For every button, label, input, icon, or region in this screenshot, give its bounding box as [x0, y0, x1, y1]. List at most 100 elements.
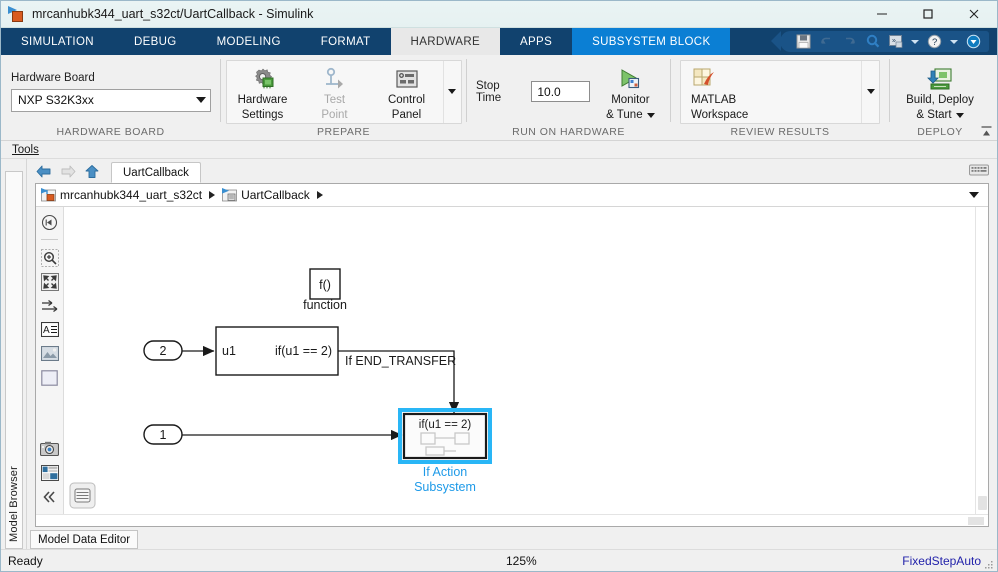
resize-grip-icon[interactable] — [984, 559, 994, 569]
maximize-button[interactable] — [905, 1, 951, 28]
layout-panels-icon[interactable] — [40, 463, 60, 482]
control-panel-label-2: Panel — [391, 108, 422, 121]
chevron-down-icon[interactable] — [955, 113, 964, 118]
toolstrip-options-icon[interactable] — [964, 33, 983, 50]
svg-text:»: » — [892, 38, 896, 45]
breadcrumb-item-subsystem[interactable]: UartCallback — [222, 188, 310, 202]
svg-text:?: ? — [932, 37, 937, 48]
search-icon[interactable] — [863, 33, 882, 50]
ribbon-group-title-hardware-board: HARDWARE BOARD — [56, 126, 165, 138]
model-browser-tab[interactable]: Model Browser — [4, 171, 23, 549]
status-solver-link[interactable]: FixedStepAuto — [902, 554, 981, 568]
camera-snapshot-icon[interactable] — [40, 439, 60, 458]
hardware-board-value: NXP S32K3xx — [18, 93, 94, 107]
hardware-settings-button[interactable]: Hardware Settings — [227, 61, 299, 123]
navigate-back-icon[interactable] — [40, 213, 60, 232]
matlab-workspace-icon — [691, 66, 719, 92]
svg-text:f(): f() — [319, 278, 331, 292]
title-bar: mrcanhubk344_uart_s32ct/UartCallback - S… — [1, 1, 997, 28]
fit-to-view-icon[interactable] — [40, 272, 60, 291]
undo-icon[interactable] — [817, 33, 836, 50]
hardware-settings-label-1: Hardware — [237, 93, 288, 106]
help-icon[interactable]: ? — [925, 33, 944, 50]
svg-text:A: A — [43, 325, 50, 336]
breadcrumb-separator-icon — [209, 191, 216, 199]
zoom-in-icon[interactable] — [40, 248, 60, 267]
forward-arrow-icon[interactable] — [57, 161, 79, 181]
monitor-tune-label-1: Monitor — [611, 94, 650, 106]
status-zoom-level[interactable]: 125% — [506, 554, 537, 568]
ribbon-tab-bar: SIMULATION DEBUG MODELING FORMAT HARDWAR… — [1, 28, 997, 55]
help-caret-icon[interactable] — [950, 39, 958, 44]
hardware-board-label: Hardware Board — [11, 71, 95, 84]
test-point-button[interactable]: Test Point — [299, 61, 371, 123]
svg-text:2: 2 — [160, 344, 167, 358]
chevron-down-icon[interactable] — [646, 113, 655, 118]
tab-subsystem-block[interactable]: SUBSYSTEM BLOCK — [572, 28, 731, 55]
tab-apps[interactable]: APPS — [500, 28, 572, 55]
hardware-board-select[interactable]: NXP S32K3xx — [11, 88, 211, 112]
ribbon-group-title-review-results: REVIEW RESULTS — [730, 126, 830, 138]
editor-pane: UartCallback mrcanhubk344_uart_s32ct Uar… — [27, 159, 997, 549]
keyboard-shortcut-icon[interactable] — [969, 164, 989, 178]
tab-hardware[interactable]: HARDWARE — [390, 28, 501, 55]
chevron-down-icon — [196, 97, 206, 103]
annotation-text-icon[interactable]: A — [40, 320, 60, 339]
matlab-workspace-label-1: MATLAB — [691, 93, 737, 106]
tab-simulation[interactable]: SIMULATION — [1, 28, 114, 55]
tab-modeling[interactable]: MODELING — [197, 28, 301, 55]
model-diagram[interactable]: f() function u1 if(u1 == 2) If END_TRANS… — [64, 207, 975, 514]
monitor-tune-button[interactable]: Monitor & Tune — [597, 61, 664, 122]
canvas-horizontal-scrollbar[interactable] — [36, 514, 988, 526]
prepare-more-button[interactable] — [442, 60, 461, 123]
svg-text:If Action: If Action — [423, 465, 468, 479]
bottom-dock-bar: Model Data Editor — [27, 527, 997, 549]
save-icon[interactable] — [794, 33, 813, 50]
breadcrumb-item-model[interactable]: mrcanhubk344_uart_s32ct — [41, 188, 202, 202]
canvas-toolbar: A — [36, 207, 64, 514]
model-data-editor-tab[interactable]: Model Data Editor — [30, 530, 139, 549]
review-results-more-button[interactable] — [861, 60, 879, 123]
window-title: mrcanhubk344_uart_s32ct/UartCallback - S… — [32, 7, 314, 21]
svg-text:function: function — [303, 298, 347, 312]
redo-icon[interactable] — [840, 33, 859, 50]
menu-tools-label: Tools — [12, 143, 39, 156]
horizontal-scroll-thumb[interactable] — [968, 517, 984, 525]
minimize-button[interactable] — [859, 1, 905, 28]
more-tools-caret-icon[interactable] — [911, 39, 919, 44]
up-arrow-icon[interactable] — [81, 161, 103, 181]
stop-time-input[interactable]: 10.0 — [531, 81, 590, 102]
collapse-toolbar-icon[interactable] — [40, 487, 60, 506]
main-body: Model Browser UartCallback mrcanhubk344_… — [1, 159, 997, 549]
menu-tools[interactable]: Tools — [8, 144, 43, 156]
tab-format[interactable]: FORMAT — [301, 28, 391, 55]
collapse-ribbon-icon[interactable] — [979, 124, 993, 138]
tab-debug[interactable]: DEBUG — [114, 28, 197, 55]
subsystem-icon — [222, 188, 237, 202]
ribbon-group-prepare: Hardware Settings Test Point Control Pan… — [221, 55, 466, 141]
build-deploy-start-button[interactable]: Build, Deploy & Start — [896, 61, 984, 122]
more-tools-icon[interactable]: » — [886, 33, 905, 50]
area-box-icon[interactable] — [40, 368, 60, 387]
ribbon-group-title-run-on-hardware: RUN ON HARDWARE — [512, 126, 625, 138]
vertical-scroll-thumb[interactable] — [978, 496, 987, 510]
ribbon-group-title-deploy: DEPLOY — [917, 126, 963, 138]
control-panel-button[interactable]: Control Panel — [371, 61, 443, 123]
matlab-workspace-label-2: Workspace — [691, 108, 749, 121]
svg-text:if(u1 == 2): if(u1 == 2) — [419, 419, 472, 431]
build-deploy-start-icon — [926, 66, 954, 92]
status-bar: Ready 125% FixedStepAuto — [1, 549, 997, 571]
breadcrumb-dropdown-icon[interactable] — [969, 192, 979, 198]
model-icon — [41, 188, 56, 202]
image-annotation-icon[interactable] — [40, 344, 60, 363]
diagram-svg: f() function u1 if(u1 == 2) If END_TRANS… — [69, 268, 492, 509]
ribbon: Hardware Board NXP S32K3xx HARDWARE BOAR… — [1, 55, 997, 141]
ribbon-group-review-results: MATLAB Workspace REVIEW RESULTS — [671, 55, 889, 141]
close-button[interactable] — [951, 1, 997, 28]
back-arrow-icon[interactable] — [33, 161, 55, 181]
file-tab-uartcallback[interactable]: UartCallback — [111, 162, 201, 183]
svg-text:1: 1 — [160, 428, 167, 442]
chevron-down-icon — [448, 89, 456, 94]
canvas-vertical-scrollbar[interactable] — [975, 207, 988, 514]
signal-routing-icon[interactable] — [40, 296, 60, 315]
